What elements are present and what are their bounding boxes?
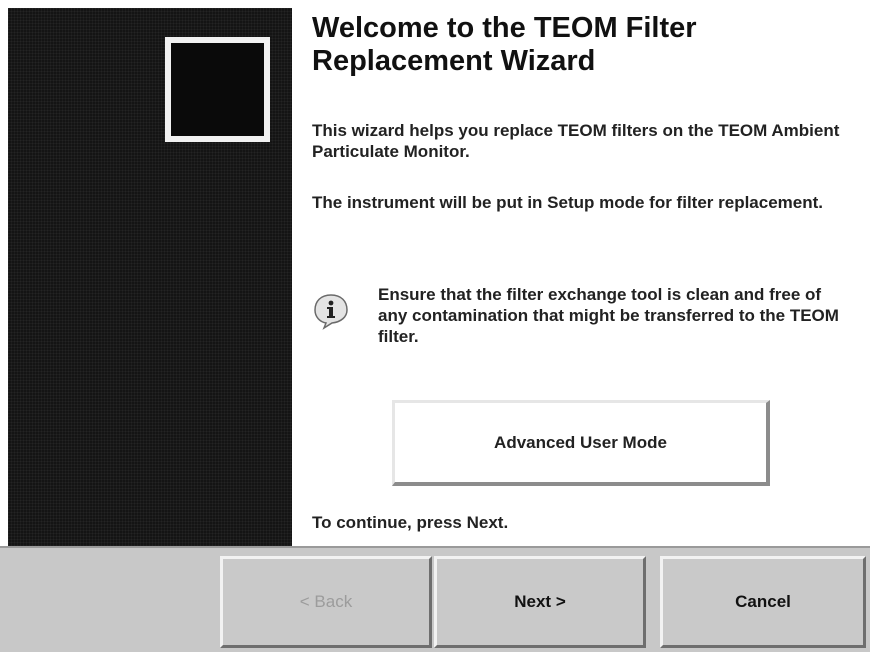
wizard-title: Welcome to the TEOM Filter Replacement W…	[312, 12, 697, 77]
banner-logo-square	[165, 37, 270, 142]
info-icon	[312, 292, 350, 330]
next-button[interactable]: Next >	[434, 556, 646, 648]
info-note: Ensure that the filter exchange tool is …	[312, 284, 852, 374]
wizard-banner	[8, 8, 292, 546]
wizard-button-bar: < Back Next > Cancel	[0, 546, 870, 652]
cancel-button[interactable]: Cancel	[660, 556, 866, 648]
advanced-user-mode-button[interactable]: Advanced User Mode	[392, 400, 770, 486]
intro-text: This wizard helps you replace TEOM filte…	[312, 121, 840, 161]
info-text: Ensure that the filter exchange tool is …	[378, 285, 839, 346]
wizard-window: Welcome to the TEOM Filter Replacement W…	[0, 0, 870, 652]
wizard-content: Welcome to the TEOM Filter Replacement W…	[312, 12, 852, 546]
back-button[interactable]: < Back	[220, 556, 432, 648]
continue-instruction: To continue, press Next.	[312, 513, 509, 532]
setup-note-text: The instrument will be put in Setup mode…	[312, 193, 824, 212]
